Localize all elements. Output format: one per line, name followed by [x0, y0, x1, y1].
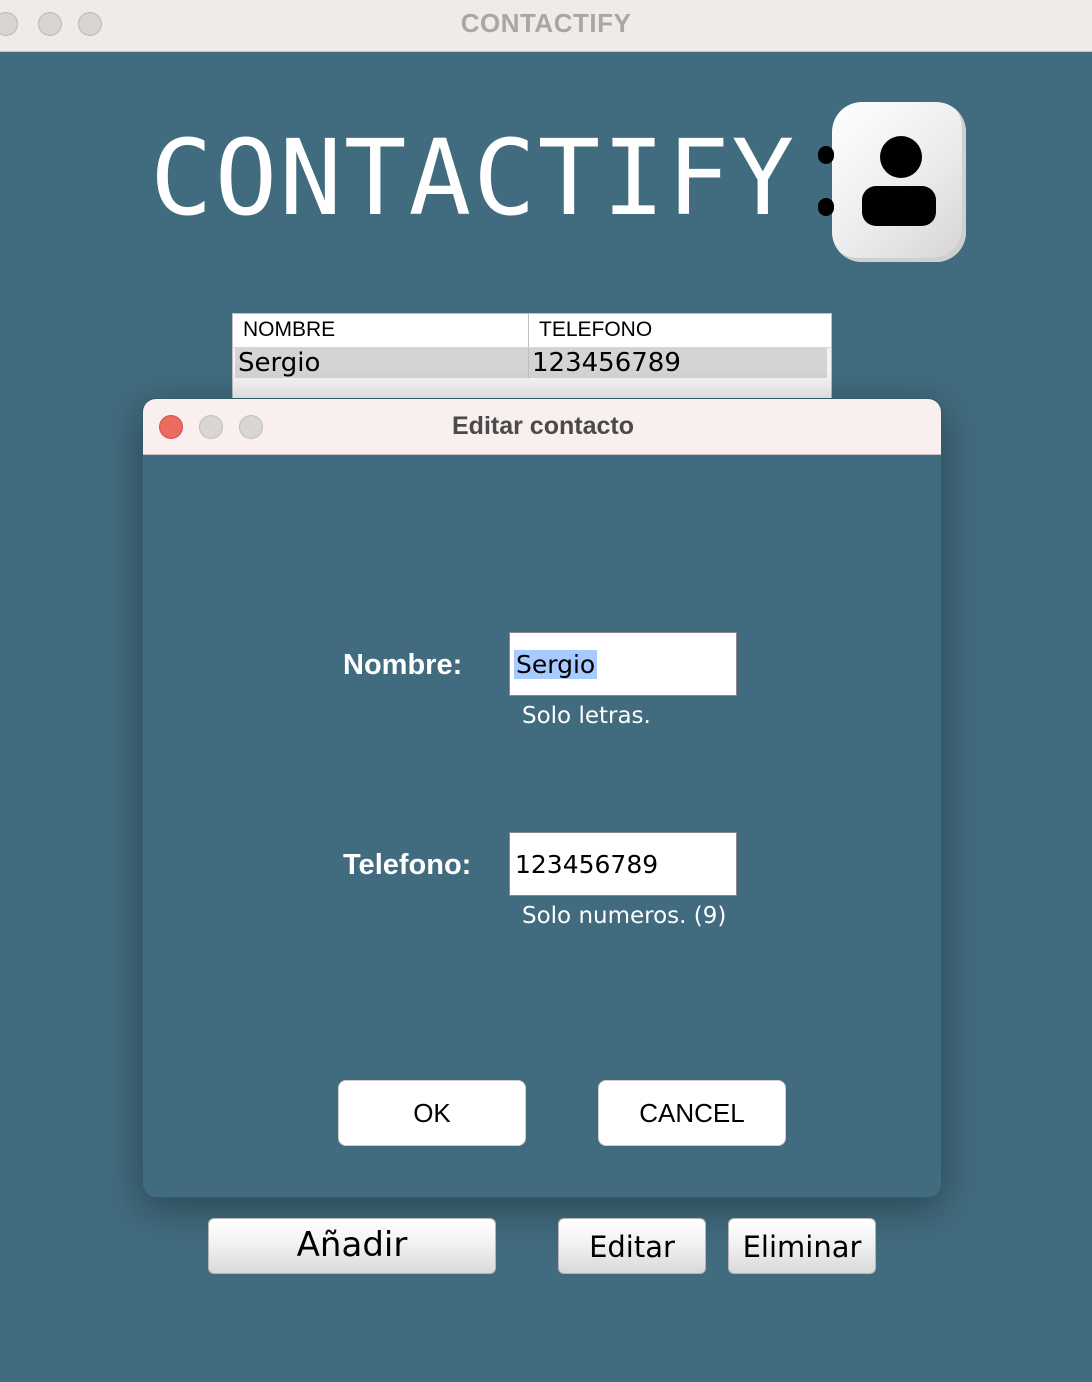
app-heading: CONTACTIFY [150, 117, 797, 239]
nombre-value: Sergio [514, 650, 598, 679]
binder-ring-bottom [818, 198, 834, 216]
telefono-field[interactable]: 123456789 [509, 832, 737, 896]
nombre-hint: Solo letras. [522, 703, 651, 729]
nombre-field[interactable]: Sergio [509, 632, 737, 696]
contact-card-shape [832, 102, 966, 262]
person-body-shape [862, 186, 936, 226]
person-head-shape [880, 136, 922, 178]
dialog-title: Editar contacto [452, 412, 634, 440]
nombre-label: Nombre: [343, 649, 463, 681]
column-header-nombre[interactable]: NOMBRE [233, 314, 529, 347]
edit-button[interactable]: Editar [558, 1218, 706, 1274]
dialog-titlebar: Editar contacto [143, 399, 941, 455]
ok-button[interactable]: OK [338, 1080, 526, 1146]
table-header: NOMBRE TELEFONO [233, 314, 831, 348]
window-title: CONTACTIFY [460, 8, 632, 38]
contacts-table[interactable]: NOMBRE TELEFONO Sergio 123456789 [232, 313, 832, 403]
telefono-value: 123456789 [515, 850, 659, 879]
binder-ring-top [818, 146, 834, 164]
cell-nombre[interactable]: Sergio [235, 348, 529, 378]
telefono-label: Telefono: [343, 849, 472, 881]
table-row[interactable]: Sergio 123456789 [235, 348, 827, 378]
contact-book-icon [818, 102, 966, 262]
add-button[interactable]: Añadir [208, 1218, 496, 1274]
window-titlebar: CONTACTIFY [0, 0, 1092, 52]
delete-button[interactable]: Eliminar [728, 1218, 876, 1274]
telefono-hint: Solo numeros. (9) [522, 903, 727, 929]
cancel-button[interactable]: CANCEL [598, 1080, 786, 1146]
cell-telefono[interactable]: 123456789 [529, 348, 681, 378]
column-header-telefono[interactable]: TELEFONO [529, 314, 652, 347]
edit-contact-dialog: Editar contacto Nombre: Sergio Solo letr… [142, 398, 942, 1198]
